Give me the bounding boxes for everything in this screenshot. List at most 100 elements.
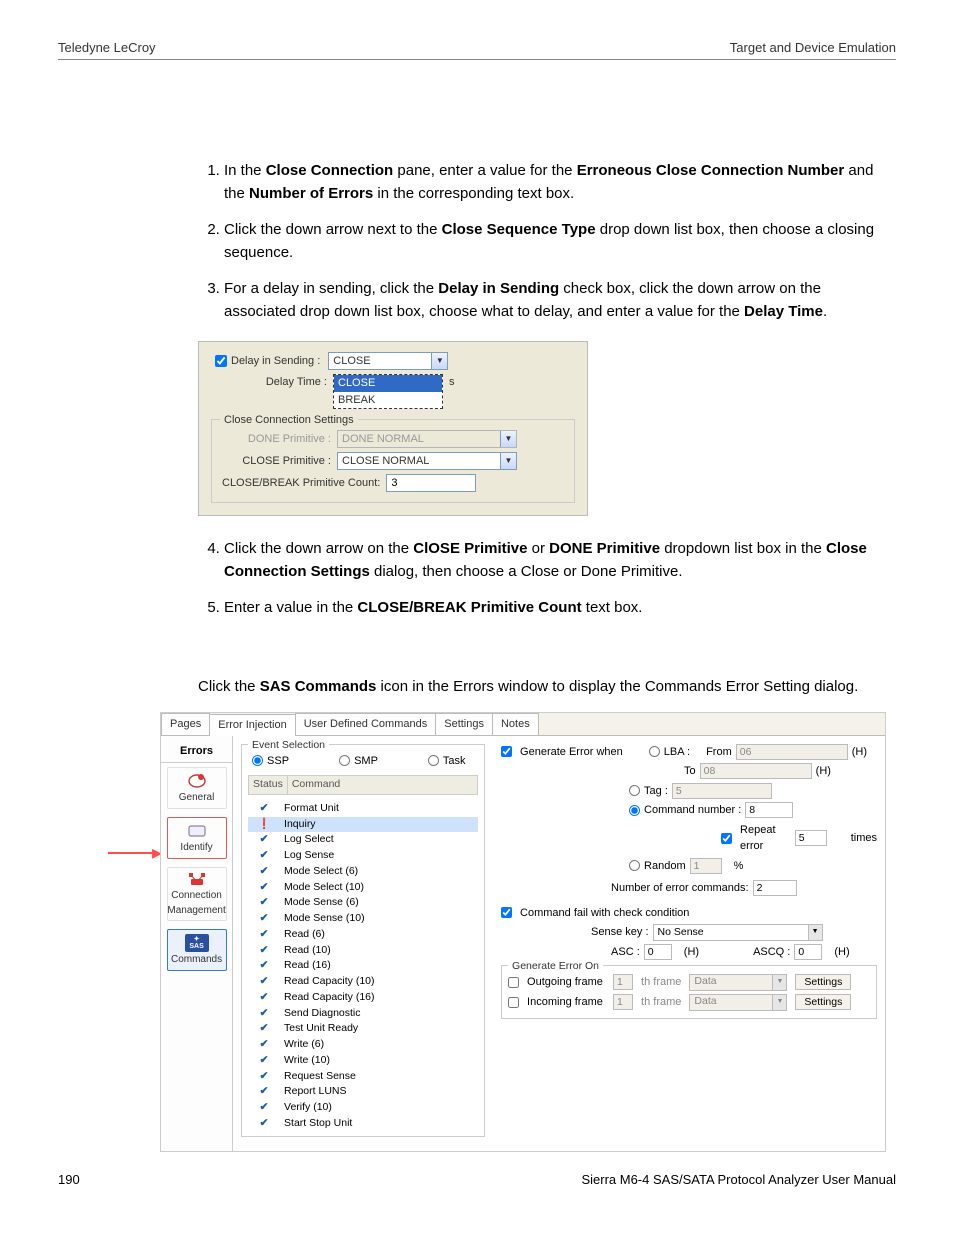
check-icon: ✔ <box>257 990 271 1006</box>
close-primitive-dropdown[interactable]: CLOSE NORMAL ▼ <box>337 452 517 470</box>
delay-options-list[interactable]: CLOSE BREAK <box>333 374 443 409</box>
chevron-down-icon[interactable]: ▼ <box>431 353 447 369</box>
primitive-count-input[interactable] <box>386 474 476 492</box>
repeat-input[interactable] <box>795 830 827 846</box>
sidebar-item-connection-management[interactable]: Connection Management <box>167 867 227 921</box>
table-row[interactable]: ✔Read (6) <box>248 927 478 943</box>
connection-icon <box>185 870 209 888</box>
radio-random[interactable]: Random <box>629 858 686 875</box>
chevron-down-icon[interactable]: ▼ <box>808 925 822 940</box>
done-primitive-label: DONE Primitive : <box>222 431 337 448</box>
table-row[interactable]: ✔Mode Select (10) <box>248 880 478 896</box>
check-icon: ✔ <box>257 864 271 880</box>
cmdnum-input[interactable] <box>745 802 793 818</box>
table-row[interactable]: ✔Log Select <box>248 832 478 848</box>
table-row[interactable]: ✔Read Capacity (16) <box>248 990 478 1006</box>
tab-error-injection[interactable]: Error Injection <box>209 714 295 736</box>
identify-icon <box>185 822 209 840</box>
table-row[interactable]: ✔Mode Sense (10) <box>248 911 478 927</box>
table-row[interactable]: ✔Send Diagnostic <box>248 1006 478 1022</box>
steps-list-1: In the Close Connection pane, enter a va… <box>198 160 886 323</box>
delay-in-sending-checkbox[interactable] <box>215 355 227 367</box>
check-icon: ✔ <box>257 801 271 817</box>
lba-to-input <box>700 763 812 779</box>
check-icon: ✔ <box>257 943 271 959</box>
check-icon: ✔ <box>257 1069 271 1085</box>
radio-tag[interactable]: Tag : <box>629 783 668 800</box>
general-icon <box>185 772 209 790</box>
sas-icon: ✦SAS <box>185 934 209 952</box>
table-row[interactable]: ✔Start Stop Unit <box>248 1116 478 1132</box>
table-row[interactable]: ✔Test Unit Ready <box>248 1021 478 1037</box>
check-icon: ✔ <box>257 1006 271 1022</box>
generate-error-on-group: Generate Error On Outgoing frame th fram… <box>501 965 877 1019</box>
tab-bar: Pages Error Injection User Defined Comma… <box>161 713 885 736</box>
radio-ssp[interactable]: SSP <box>252 753 289 770</box>
chevron-down-icon: ▼ <box>772 995 786 1010</box>
manual-title: Sierra M6-4 SAS/SATA Protocol Analyzer U… <box>581 1172 896 1187</box>
table-row[interactable]: ✔Verify (10) <box>248 1100 478 1116</box>
table-row[interactable]: ✔Mode Sense (6) <box>248 895 478 911</box>
num-err-input[interactable] <box>753 880 797 896</box>
delay-time-label: Delay Time : <box>211 374 333 391</box>
outgoing-settings-button[interactable]: Settings <box>795 974 851 990</box>
step-4: Click the down arrow on the ClOSE Primit… <box>224 538 886 583</box>
close-connection-settings-title: Close Connection Settings <box>220 412 358 429</box>
close-connection-settings-group: Close Connection Settings DONE Primitive… <box>211 419 575 503</box>
page-header: Teledyne LeCroy Target and Device Emulat… <box>58 40 896 60</box>
check-icon: ✔ <box>257 895 271 911</box>
check-icon: ✔ <box>257 927 271 943</box>
check-icon: ✔ <box>257 1116 271 1132</box>
check-condition-checkbox[interactable] <box>501 907 512 918</box>
sidebar-item-commands[interactable]: ✦SAS Commands <box>167 929 227 971</box>
option-break[interactable]: BREAK <box>334 392 442 409</box>
generate-error-when-checkbox[interactable] <box>501 746 512 757</box>
sidebar-item-identify[interactable]: Identify <box>167 817 227 859</box>
table-row[interactable]: ✔Log Sense <box>248 848 478 864</box>
check-icon: ✔ <box>257 1021 271 1037</box>
delay-in-sending-label: Delay in Sending : <box>231 353 328 370</box>
chevron-down-icon[interactable]: ▼ <box>500 453 516 469</box>
repeat-checkbox[interactable] <box>721 833 732 844</box>
exclaim-icon: ❗ <box>257 817 271 833</box>
table-row[interactable]: ✔Report LUNS <box>248 1084 478 1100</box>
asc-input[interactable] <box>644 944 672 960</box>
table-row[interactable]: ❗Inquiry <box>248 817 478 833</box>
tab-settings[interactable]: Settings <box>435 713 493 735</box>
delay-dropdown[interactable]: CLOSE ▼ <box>328 352 448 370</box>
radio-cmdnum[interactable]: Command number : <box>629 802 741 819</box>
tab-notes[interactable]: Notes <box>492 713 539 735</box>
option-close[interactable]: CLOSE <box>334 375 442 392</box>
lba-from-input <box>736 744 848 760</box>
tab-pages[interactable]: Pages <box>161 713 210 735</box>
header-left: Teledyne LeCroy <box>58 40 156 55</box>
radio-smp[interactable]: SMP <box>339 753 378 770</box>
tab-user-defined[interactable]: User Defined Commands <box>295 713 437 735</box>
table-row[interactable]: ✔Read Capacity (10) <box>248 974 478 990</box>
sidebar-header: Errors <box>161 740 232 764</box>
step-3: For a delay in sending, click the Delay … <box>224 278 886 323</box>
random-input <box>690 858 722 874</box>
incoming-type-dropdown: Data ▼ <box>689 994 787 1011</box>
incoming-checkbox[interactable] <box>508 997 519 1008</box>
radio-lba[interactable]: LBA : <box>649 744 690 761</box>
outgoing-checkbox[interactable] <box>508 977 519 988</box>
ascq-input[interactable] <box>794 944 822 960</box>
chevron-down-icon: ▼ <box>772 975 786 990</box>
table-row[interactable]: ✔Request Sense <box>248 1069 478 1085</box>
incoming-settings-button[interactable]: Settings <box>795 994 851 1010</box>
table-row[interactable]: ✔Mode Select (6) <box>248 864 478 880</box>
command-rows[interactable]: ✔Format Unit❗Inquiry✔Log Select✔Log Sens… <box>248 801 478 1132</box>
delay-unit: s <box>449 374 455 391</box>
table-row[interactable]: ✔Format Unit <box>248 801 478 817</box>
sense-key-dropdown[interactable]: No Sense ▼ <box>653 924 823 941</box>
table-row[interactable]: ✔Read (16) <box>248 958 478 974</box>
done-primitive-dropdown: DONE NORMAL ▼ <box>337 430 517 448</box>
table-row[interactable]: ✔Write (6) <box>248 1037 478 1053</box>
table-row[interactable]: ✔Write (10) <box>248 1053 478 1069</box>
radio-task[interactable]: Task <box>428 753 466 770</box>
table-row[interactable]: ✔Read (10) <box>248 943 478 959</box>
outgoing-n-input <box>613 974 633 990</box>
check-icon: ✔ <box>257 974 271 990</box>
sidebar-item-general[interactable]: General <box>167 767 227 809</box>
